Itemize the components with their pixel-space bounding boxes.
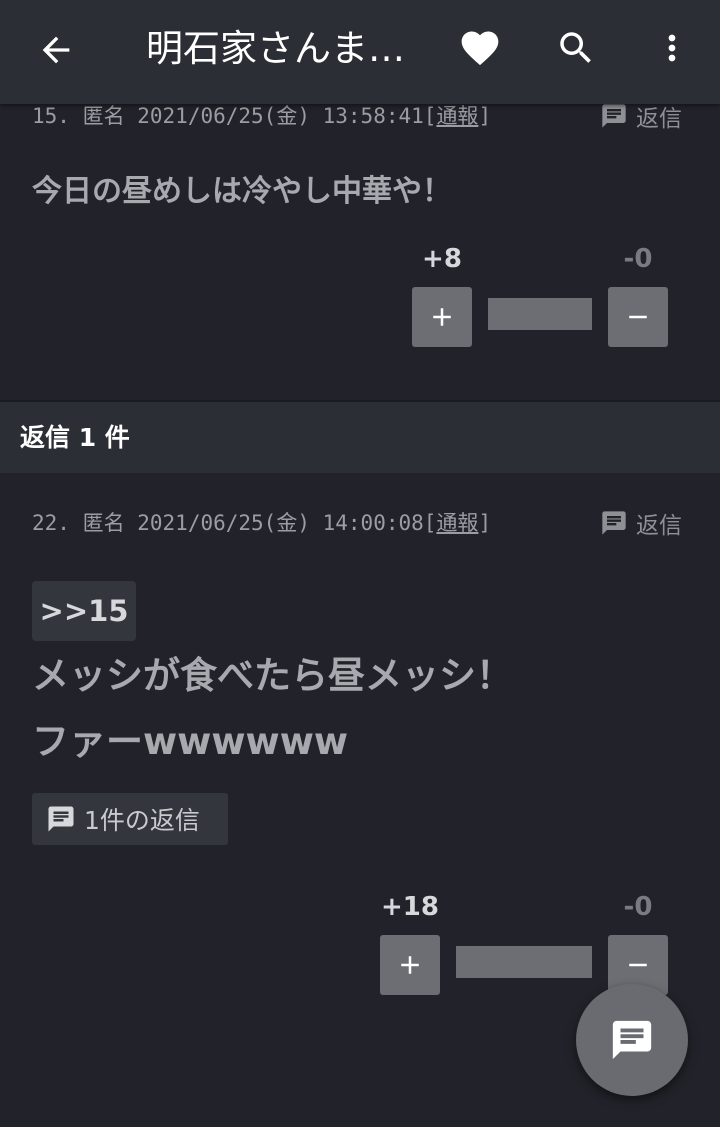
search-button[interactable] [552, 24, 600, 72]
reply-button[interactable]: 返信 [600, 100, 682, 132]
upvote-button[interactable] [412, 287, 472, 347]
comment-icon [602, 511, 626, 535]
search-icon [560, 32, 591, 63]
post-author: 匿名 [82, 104, 125, 128]
minus-icon [629, 963, 647, 967]
back-button[interactable] [30, 26, 82, 74]
report-bracket-close: ] [478, 104, 492, 128]
downvote-button[interactable] [608, 287, 668, 347]
comment-icon [48, 806, 74, 832]
back-arrow-icon [42, 36, 70, 64]
plus-icon [433, 308, 451, 326]
minus-icon [629, 315, 647, 319]
compose-fab[interactable] [576, 984, 688, 1096]
post-body-line1: メッシが食べたら昼メッシ！ [32, 654, 513, 697]
more-vert-icon [668, 34, 676, 62]
post-date: 2021/06/25(金) [137, 511, 310, 535]
vote-ratio-bar [456, 946, 592, 978]
report-bracket-open: [ [423, 511, 437, 535]
post-meta: 22. 匿名 2021/06/25(金) 14:00:08[通報] [32, 507, 491, 539]
post-meta: 15. 匿名 2021/06/25(金) 13:58:41[通報] [32, 100, 491, 132]
plus-icon [401, 956, 419, 974]
post-time: 13:58:41 [322, 104, 424, 128]
upvote-count: +18 [381, 892, 439, 922]
favorite-button[interactable] [456, 24, 504, 72]
post-time: 14:00:08 [322, 511, 424, 535]
reply-button[interactable]: 返信 [600, 507, 682, 539]
replies-count-label: 1件の返信 [84, 806, 200, 835]
post-number: 15. [32, 104, 70, 128]
page-title: 明石家さんま… [146, 27, 405, 70]
more-options-button[interactable] [648, 24, 696, 72]
downvote-count: -0 [623, 244, 653, 274]
reply-label: 返信 [636, 513, 682, 539]
upvote-count: +8 [422, 244, 462, 274]
downvote-count: -0 [623, 892, 653, 922]
post-body-line2: ファーwwwwww [32, 720, 349, 763]
reply-label: 返信 [636, 106, 682, 132]
post-date: 2021/06/25(金) [137, 104, 310, 128]
report-bracket-close: ] [478, 511, 492, 535]
comment-icon [612, 1020, 652, 1060]
report-link[interactable]: 通報 [436, 511, 478, 535]
report-link[interactable]: 通報 [436, 104, 478, 128]
comment-icon [602, 104, 626, 128]
anchor-link[interactable]: >>15 [32, 581, 136, 641]
heart-icon [461, 31, 499, 66]
report-bracket-open: [ [423, 104, 437, 128]
replies-section-header: 返信 1 件 [0, 400, 720, 473]
post-body: 今日の昼めしは冷やし中華や！ [32, 174, 452, 209]
post-author: 匿名 [82, 511, 125, 535]
replies-count-button[interactable]: 1件の返信 [32, 793, 228, 845]
upvote-button[interactable] [380, 935, 440, 995]
post-number: 22. [32, 511, 70, 535]
vote-ratio-bar [488, 298, 592, 330]
app-bar: 明石家さんま… [0, 0, 720, 104]
